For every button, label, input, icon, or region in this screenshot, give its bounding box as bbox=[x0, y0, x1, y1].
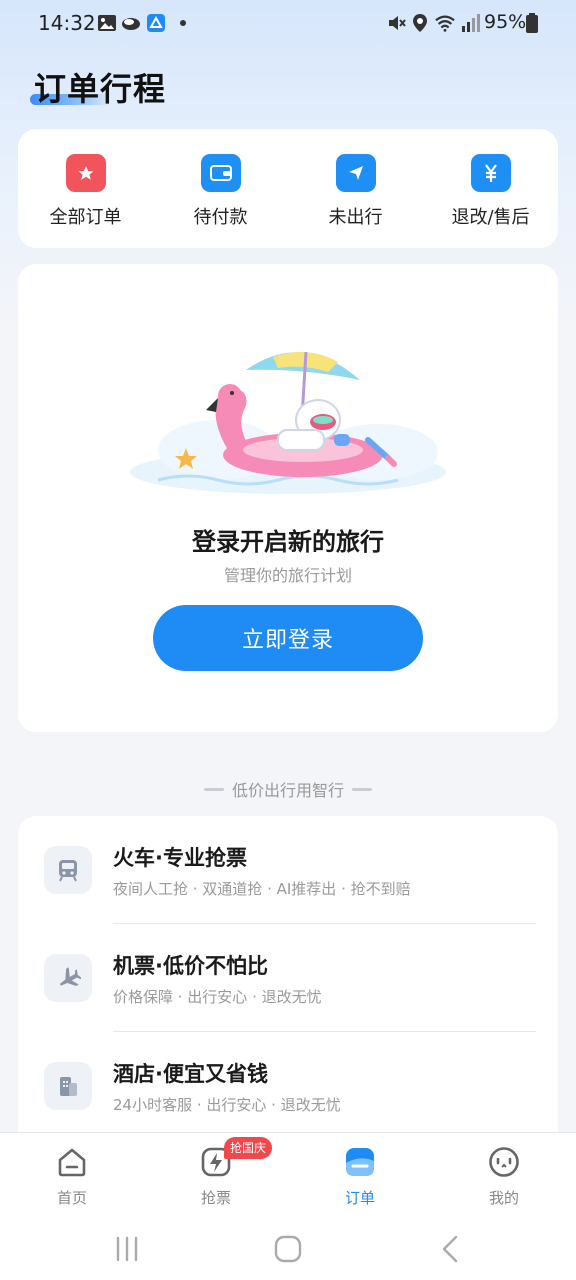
home-icon bbox=[58, 1148, 86, 1177]
orders-icon bbox=[346, 1148, 374, 1176]
app-icon bbox=[147, 14, 165, 32]
services-card: 火车·专业抢票 夜间人工抢 · 双通道抢 · AI推荐出 · 抢不到赔 机票·低… bbox=[18, 816, 558, 1146]
nav-item-grab-tickets[interactable]: 抢国庆 抢票 bbox=[144, 1133, 288, 1221]
quick-action-pending-payment[interactable]: 待付款 bbox=[153, 129, 288, 248]
wallet-icon bbox=[200, 154, 241, 192]
back-icon[interactable] bbox=[436, 1234, 466, 1264]
service-row-train[interactable]: 火车·专业抢票 夜间人工抢 · 双通道抢 · AI推荐出 · 抢不到赔 bbox=[18, 816, 558, 924]
section-divider-text: 低价出行用智行 bbox=[231, 781, 344, 800]
cloud-icon bbox=[122, 18, 140, 30]
service-desc: 24小时客服 · 出行安心 · 退改无忧 bbox=[113, 1096, 341, 1114]
page-title-wrap: 订单行程 bbox=[30, 64, 167, 110]
signal-icon bbox=[462, 14, 480, 32]
location-icon bbox=[413, 14, 427, 32]
service-desc: 价格保障 · 出行安心 · 退改无忧 bbox=[113, 988, 322, 1006]
wifi-icon bbox=[435, 15, 455, 32]
login-card: 登录开启新的旅行 管理你的旅行计划 立即登录 bbox=[18, 264, 558, 732]
quick-action-upcoming[interactable]: 未出行 bbox=[288, 129, 423, 248]
plane-tag-icon bbox=[335, 154, 376, 192]
nav-label: 我的 bbox=[488, 1189, 519, 1207]
system-nav-bar bbox=[0, 1220, 576, 1280]
nav-item-home[interactable]: 首页 bbox=[0, 1133, 144, 1221]
quick-action-label: 待付款 bbox=[193, 207, 248, 228]
divider-line-left bbox=[203, 787, 224, 791]
battery-text: 95% bbox=[484, 11, 527, 33]
battery-icon bbox=[526, 13, 538, 33]
quick-action-label: 未出行 bbox=[328, 207, 383, 228]
mute-icon bbox=[389, 16, 406, 30]
nav-label: 首页 bbox=[56, 1189, 87, 1207]
nav-badge: 抢国庆 bbox=[224, 1137, 273, 1159]
dot-icon bbox=[180, 20, 186, 26]
nav-label: 订单 bbox=[344, 1189, 375, 1207]
quick-action-label: 全部订单 bbox=[49, 207, 122, 228]
plane-icon bbox=[44, 954, 92, 1002]
service-desc: 夜间人工抢 · 双通道抢 · AI推荐出 · 抢不到赔 bbox=[113, 880, 411, 898]
recent-apps-icon[interactable] bbox=[112, 1234, 142, 1264]
login-button[interactable]: 立即登录 bbox=[153, 605, 423, 671]
section-divider: 低价出行用智行 bbox=[0, 778, 576, 800]
page-title: 订单行程 bbox=[34, 70, 167, 108]
quick-action-all-orders[interactable]: 全部订单 bbox=[18, 129, 153, 248]
home-button-icon[interactable] bbox=[273, 1234, 303, 1264]
gallery-icon bbox=[98, 15, 116, 31]
service-row-hotel[interactable]: 酒店·便宜又省钱 24小时客服 · 出行安心 · 退改无忧 bbox=[18, 1032, 558, 1140]
service-row-flight[interactable]: 机票·低价不怕比 价格保障 · 出行安心 · 退改无忧 bbox=[18, 924, 558, 1032]
nav-label: 抢票 bbox=[200, 1189, 231, 1207]
divider-line-right bbox=[352, 787, 372, 791]
bottom-nav: 首页 抢国庆 抢票 订单 我的 bbox=[0, 1132, 576, 1220]
login-subtitle: 管理你的旅行计划 bbox=[223, 566, 352, 585]
service-title: 机票·低价不怕比 bbox=[113, 954, 268, 978]
all-orders-icon bbox=[65, 154, 106, 192]
login-title: 登录开启新的旅行 bbox=[192, 528, 384, 556]
quick-action-refund[interactable]: 退改/售后 bbox=[423, 129, 558, 248]
service-title: 火车·专业抢票 bbox=[113, 846, 247, 870]
status-time: 14:32 bbox=[38, 11, 96, 35]
nav-item-orders[interactable]: 订单 bbox=[288, 1133, 432, 1221]
status-bar: 14:32 95% bbox=[0, 0, 576, 46]
quick-actions-card: 全部订单 待付款 未出行 退改/售后 bbox=[18, 129, 558, 248]
service-title: 酒店·便宜又省钱 bbox=[113, 1062, 268, 1086]
quick-action-label: 退改/售后 bbox=[451, 207, 530, 228]
profile-icon bbox=[489, 1147, 519, 1177]
nav-item-profile[interactable]: 我的 bbox=[432, 1133, 576, 1221]
hotel-icon bbox=[44, 1062, 92, 1110]
train-icon bbox=[44, 846, 92, 894]
yuan-refund-icon bbox=[470, 154, 511, 192]
flamingo-float-illustration bbox=[130, 351, 446, 494]
